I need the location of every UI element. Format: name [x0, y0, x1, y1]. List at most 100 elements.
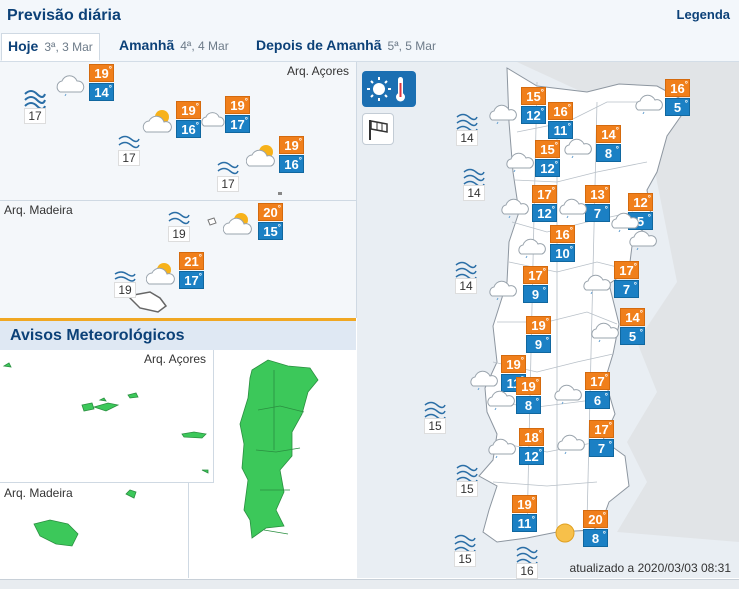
min-temp: 7 ° — [585, 204, 610, 222]
min-temp: 11° — [512, 514, 537, 532]
max-temp: 12 ° — [628, 193, 653, 211]
sun-cloud-icon — [142, 110, 172, 133]
tab-depois-de-amanha[interactable]: Depois de Amanhã 5ª, 5 Mar — [250, 33, 442, 61]
min-temp: 9 ° — [523, 285, 548, 303]
max-temp: 17 ° — [532, 185, 557, 203]
forecast-badge[interactable]: 21 ° 17 ° — [179, 252, 204, 289]
forecast-badge[interactable]: 14 ° 8 ° — [596, 125, 621, 162]
cloud-icon — [470, 370, 498, 390]
wave-icon — [168, 211, 190, 225]
forecast-badge[interactable]: 14 ° 5 ° — [620, 308, 645, 345]
cloud-icon — [554, 384, 582, 404]
forecast-badge[interactable]: 16 ° 10 ° — [550, 225, 575, 262]
min-temp: 15 ° — [258, 222, 283, 240]
min-temp: 17 ° — [225, 115, 250, 133]
forecast-badge[interactable]: 19 ° 9 ° — [526, 316, 551, 353]
sea-temp[interactable]: 14 — [459, 167, 489, 201]
legend-link[interactable]: Legenda — [677, 7, 730, 22]
cloud-icon — [591, 322, 619, 342]
min-temp: 7 ° — [589, 439, 614, 457]
forecast-badge[interactable]: 19 ° 17 ° — [225, 96, 250, 133]
tab-label: Depois de Amanhã — [256, 37, 382, 53]
forecast-badge[interactable]: 18 ° 12 ° — [519, 428, 544, 465]
page-title: Previsão diária — [7, 7, 121, 24]
max-temp: 15 ° — [521, 87, 546, 105]
cloud-icon — [518, 238, 546, 258]
wind-view-toggle[interactable] — [362, 113, 394, 145]
forecast-badge[interactable]: 17 ° 9 ° — [523, 266, 548, 303]
forecast-badge[interactable]: 20 ° 15 ° — [258, 203, 283, 240]
min-temp: 12 ° — [532, 204, 557, 222]
max-temp: 19 ° — [526, 316, 551, 334]
sea-temp[interactable]: 14 — [452, 112, 482, 146]
forecast-badge[interactable]: 16 ° 11 ° — [548, 102, 573, 139]
forecast-badge[interactable]: 19 ° 8 ° — [516, 377, 541, 414]
forecast-badge[interactable]: 13 ° 7 ° — [585, 185, 610, 222]
min-temp: 17 ° — [179, 271, 204, 289]
forecast-badge[interactable]: 19 ° 16 ° — [176, 101, 201, 138]
min-temp: 7 ° — [614, 280, 639, 298]
sun-cloud-icon — [246, 145, 275, 167]
header: Previsão diária Legenda Hoje 3ª, 3 Mar Am… — [0, 0, 739, 62]
tab-hoje[interactable]: Hoje 3ª, 3 Mar — [1, 33, 100, 61]
sea-temp[interactable]: 15 — [450, 533, 480, 567]
wave-icon — [118, 135, 140, 149]
forecast-badge[interactable]: 17 ° 12 ° — [532, 185, 557, 222]
min-temp: 8 ° — [516, 396, 541, 414]
forecast-badge[interactable]: 15 ° 12 ° — [535, 140, 560, 177]
max-temp: 20 ° — [258, 203, 283, 221]
max-temp: 13 ° — [585, 185, 610, 203]
sea-temp[interactable]: 17 — [213, 160, 243, 192]
sea-temp[interactable]: 15 — [420, 400, 450, 434]
wave-icon — [454, 534, 476, 551]
min-temp: 10 ° — [550, 244, 575, 262]
forecast-badge[interactable]: 19 ° 14 ° — [89, 64, 114, 101]
weather-view-toggle[interactable] — [362, 71, 416, 107]
min-temp: 12 ° — [521, 106, 546, 124]
sea-temp[interactable]: 17 — [114, 134, 144, 166]
sea-temp[interactable]: 15 — [452, 463, 482, 497]
sea-temp[interactable]: 17 — [20, 86, 50, 124]
forecast-badge[interactable]: 19°11° — [512, 495, 537, 532]
sea-temp[interactable]: 14 — [451, 260, 481, 294]
sea-temp[interactable]: 19 — [164, 210, 194, 242]
avisos-title: Avisos Meteorológicos — [0, 318, 356, 350]
min-temp: 14 ° — [89, 83, 114, 101]
wave-icon — [455, 261, 477, 278]
tab-date: 5ª, 5 Mar — [387, 39, 436, 53]
forecast-badge[interactable]: 20 ° 8 ° — [583, 510, 608, 547]
cloud-icon — [557, 434, 585, 454]
cloud-icon — [201, 112, 225, 127]
min-temp: 6 ° — [585, 391, 610, 409]
max-temp: 19 ° — [516, 377, 541, 395]
min-temp: 8 ° — [583, 529, 608, 547]
cloud-icon — [488, 438, 516, 458]
max-temp: 19 ° — [279, 136, 304, 154]
max-temp: 16 ° — [548, 102, 573, 120]
forecast-badge[interactable]: 17 ° 7 ° — [589, 420, 614, 457]
max-temp: 17 ° — [523, 266, 548, 284]
max-temp: 19 ° — [512, 495, 537, 513]
sea-temp[interactable]: 16 — [512, 545, 542, 579]
forecast-badge[interactable]: 15 ° 12 ° — [521, 87, 546, 124]
avisos-map[interactable] — [0, 350, 356, 578]
tab-date: 3ª, 3 Mar — [44, 40, 93, 54]
wave-icon — [463, 168, 485, 185]
min-temp: 16 ° — [279, 155, 304, 173]
forecast-badge[interactable]: 19 ° 16 ° — [279, 136, 304, 173]
max-temp: 16 ° — [550, 225, 575, 243]
tab-amanha[interactable]: Amanhã 4ª, 4 Mar — [113, 33, 235, 61]
windsock-icon — [369, 120, 388, 140]
sea-temp[interactable]: 19 — [110, 270, 140, 298]
forecast-badge[interactable]: 16 ° 5 ° — [665, 79, 690, 116]
min-temp: 9 ° — [526, 335, 551, 353]
tab-date: 4ª, 4 Mar — [180, 39, 229, 53]
forecast-badge[interactable]: 17 ° 7 ° — [614, 261, 639, 298]
forecast-badge[interactable]: 17 ° 6 ° — [585, 372, 610, 409]
sun-cloud-icon — [223, 213, 252, 235]
max-temp: 21 ° — [179, 252, 204, 270]
min-temp: 8 ° — [596, 144, 621, 162]
max-temp: 19 ° — [176, 101, 201, 119]
cloud-icon — [56, 75, 85, 96]
cloud-icon — [629, 230, 657, 250]
